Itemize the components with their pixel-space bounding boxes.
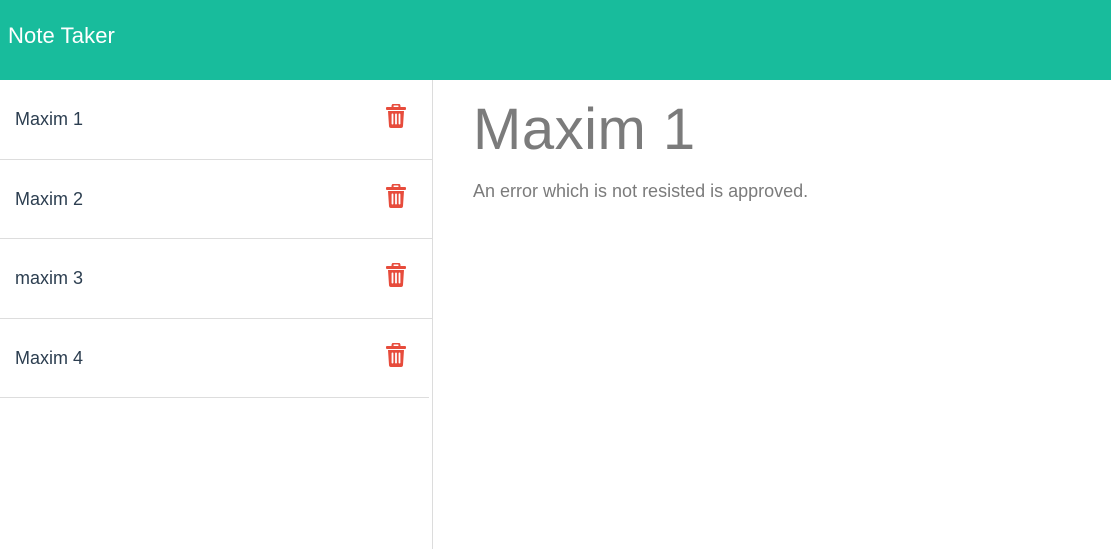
note-title[interactable]: Maxim 1 (473, 101, 1093, 159)
trash-icon[interactable] (386, 183, 406, 208)
brand-title[interactable]: Note Taker (8, 23, 115, 49)
note-list-item[interactable]: Maxim 1 (0, 80, 432, 160)
note-text[interactable]: An error which is not resisted is approv… (473, 181, 1093, 202)
note-list-item[interactable]: maxim 3 (0, 239, 432, 319)
note-list-item-title[interactable]: Maxim 2 (15, 160, 83, 239)
navbar: Note Taker (0, 0, 1111, 80)
note-detail: Maxim 1 An error which is not resisted i… (473, 80, 1093, 202)
note-list-item-title[interactable]: Maxim 4 (15, 319, 83, 398)
note-list: Maxim 1 Maxim 2 maxim 3 Maxim 4 (0, 80, 432, 398)
trash-icon[interactable] (386, 263, 406, 287)
trash-icon[interactable] (386, 342, 406, 367)
note-list-sidebar: Maxim 1 Maxim 2 maxim 3 Maxim 4 (0, 80, 433, 549)
trash-icon[interactable] (386, 104, 406, 128)
note-list-item[interactable]: Maxim 4 (0, 319, 429, 398)
note-list-item-title[interactable]: maxim 3 (15, 239, 83, 318)
note-list-item-title[interactable]: Maxim 1 (15, 80, 83, 159)
note-list-item[interactable]: Maxim 2 (0, 160, 432, 239)
